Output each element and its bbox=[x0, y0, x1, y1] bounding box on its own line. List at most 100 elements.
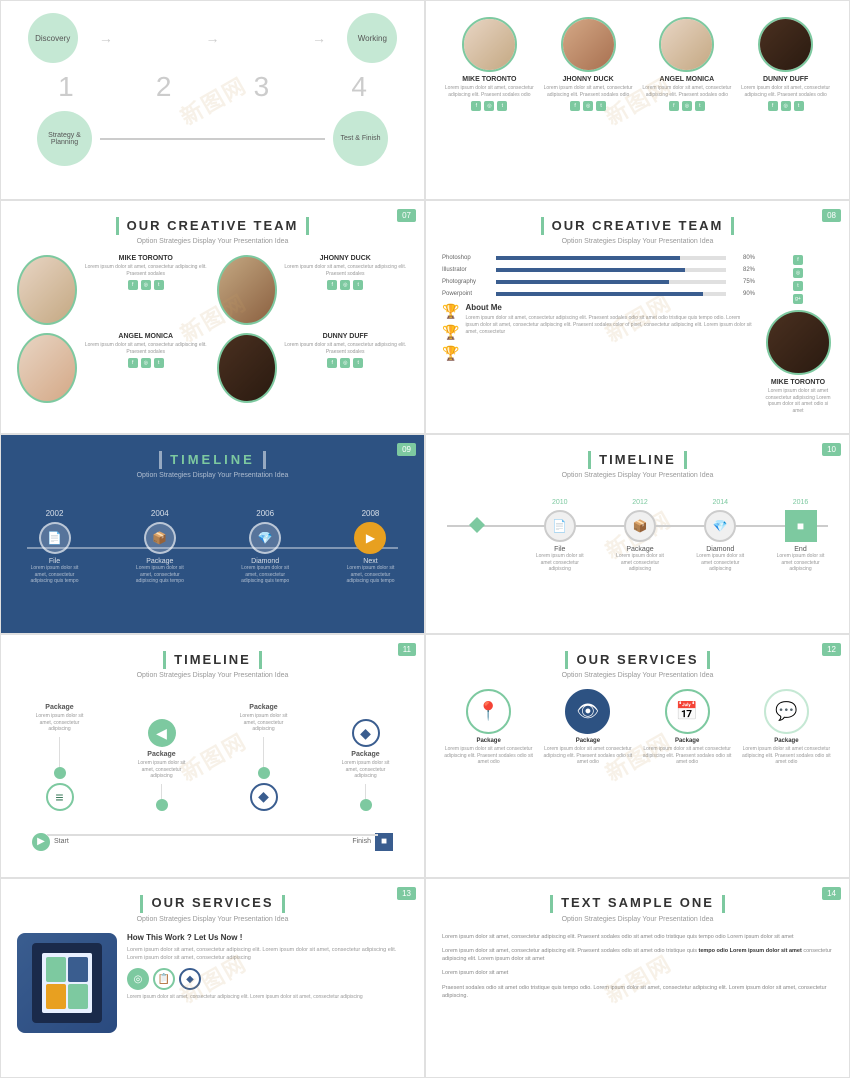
tl10-year-3: 2014 bbox=[712, 499, 728, 506]
num-3: 3 bbox=[254, 71, 270, 103]
tbar-r13 bbox=[282, 895, 285, 913]
tl9-label-4: Next bbox=[363, 558, 377, 565]
tl10-year-2: 2012 bbox=[632, 499, 648, 506]
arrow-1: → bbox=[99, 30, 113, 46]
services-12-grid: 📍 Package Lorem ipsum dolor sit amet con… bbox=[442, 689, 833, 766]
slide-7: 新图网 07 OUR CREATIVE TEAM Option Strategi… bbox=[0, 200, 425, 434]
slide-14-title: TEXT SAMPLE ONE bbox=[561, 895, 714, 910]
tl11-label1: Package bbox=[45, 704, 73, 711]
fb2-icon: f bbox=[570, 101, 580, 111]
svc12-icon-4: 💬 bbox=[764, 689, 809, 734]
slide-7-number: 07 bbox=[397, 209, 416, 222]
tl11-dot4 bbox=[360, 799, 372, 811]
tl9-node-4: ▶ bbox=[354, 522, 386, 554]
team7-angel-info: ANGEL MONICA Lorem ipsum dolor sit amet,… bbox=[83, 333, 209, 368]
angel-social: f ◎ t bbox=[669, 101, 705, 111]
slide-10: 新图网 10 TIMELINE Option Strategies Displa… bbox=[425, 434, 850, 634]
tl11-icon3: ◆ bbox=[250, 783, 278, 811]
ig3-icon: ◎ bbox=[682, 101, 692, 111]
sv-fb: f bbox=[793, 255, 803, 265]
member-angel: ANGEL MONICA Lorem ipsum dolor sit amet,… bbox=[642, 17, 732, 111]
tl9-label-1: File bbox=[49, 558, 60, 565]
angel-avatar bbox=[659, 17, 714, 72]
svc12-label-1: Package bbox=[476, 738, 500, 744]
tl9-node-3: 💎 bbox=[249, 522, 281, 554]
tl9-label-2: Package bbox=[146, 558, 173, 565]
angel-name: ANGEL MONICA bbox=[660, 76, 715, 83]
how-title: How This Work ? Let Us Now ! bbox=[127, 933, 408, 942]
process-numbers: 1 2 3 4 bbox=[17, 71, 408, 103]
trophy-2: 🏆 bbox=[442, 324, 459, 341]
tl11-finish-label: Finish bbox=[352, 838, 371, 845]
skill-powerpoint: Powerpoint 90% bbox=[442, 291, 755, 297]
slide-10-number: 10 bbox=[822, 443, 841, 456]
sv-ig: ◎ bbox=[793, 268, 803, 278]
team7-dunny-avatar bbox=[217, 333, 277, 403]
s12: t bbox=[353, 358, 363, 368]
skill-powerpoint-bar bbox=[496, 292, 726, 296]
tl10-node-1: 📄 bbox=[544, 510, 576, 542]
tbar-l12 bbox=[565, 651, 568, 669]
svc12-label-4: Package bbox=[774, 738, 798, 744]
tbar-l11 bbox=[163, 651, 166, 669]
tl10-node-3: 💎 bbox=[704, 510, 736, 542]
skill-powerpoint-pct: 90% bbox=[730, 291, 755, 297]
tl10-label-1: File bbox=[554, 546, 565, 553]
num-4: 4 bbox=[351, 71, 367, 103]
about-text: Lorem ipsum dolor sit amet, consectetur … bbox=[465, 315, 755, 336]
tl11-icon1: ≡ bbox=[46, 783, 74, 811]
tl9-desc-1: Lorem ipsum dolor sit amet, consectetur … bbox=[27, 565, 82, 585]
slide-8-subtitle: Option Strategies Display Your Presentat… bbox=[442, 238, 833, 245]
arrow-2: → bbox=[205, 30, 219, 46]
slide-9-titlebar: TIMELINE bbox=[17, 451, 408, 469]
ig4-icon: ◎ bbox=[781, 101, 791, 111]
slide-9-title: TIMELINE bbox=[170, 452, 255, 467]
team7-dunny-name: DUNNY DUFF bbox=[283, 333, 409, 340]
s7: f bbox=[128, 358, 138, 368]
tl9-year-4: 2008 bbox=[362, 509, 380, 518]
title-bar-left bbox=[116, 217, 119, 235]
step-test-circle: Test & Finish bbox=[333, 111, 388, 166]
slide-12-title: OUR SERVICES bbox=[576, 652, 698, 667]
services-13-more-text: Lorem ipsum dolor sit amet, consectetur … bbox=[127, 994, 408, 1001]
dunny-text: Lorem ipsum dolor sit amet, consectetur … bbox=[741, 85, 831, 98]
num-2: 2 bbox=[156, 71, 172, 103]
tl10-label-2: Package bbox=[626, 546, 653, 553]
title-bar-right-8 bbox=[731, 217, 734, 235]
awards-section: 🏆 🏆 🏆 About Me Lorem ipsum dolor sit ame… bbox=[442, 303, 755, 362]
arrow-3: → bbox=[312, 30, 326, 46]
tl11-dot1 bbox=[54, 767, 66, 779]
tl11-conn4 bbox=[365, 784, 366, 799]
skills-right: f ◎ t g+ MIKE TORONTO Lorem ipsum dolor … bbox=[763, 255, 833, 417]
tbar-r11 bbox=[259, 651, 262, 669]
team7-mike-social: f ◎ t bbox=[83, 280, 209, 290]
jhonny-text: Lorem ipsum dolor sit amet, consectetur … bbox=[543, 85, 633, 98]
tl11-items: Package Lorem ipsum dolor sit amet, cons… bbox=[22, 699, 403, 831]
tl11-dot3 bbox=[258, 767, 270, 779]
dunny-social: f ◎ t bbox=[768, 101, 804, 111]
how-text: Lorem ipsum dolor sit amet, consectetur … bbox=[127, 946, 408, 963]
tl10-file: 2010 📄 File Lorem ipsum dolor sit amet c… bbox=[532, 499, 587, 573]
skill-photography-label: Photography bbox=[442, 279, 492, 285]
text-p4: Praesent sodales odio sit amet odio tris… bbox=[442, 984, 833, 1001]
tl11-start-label: Start bbox=[54, 838, 69, 845]
text-sample-body: Lorem ipsum dolor sit amet, consectetur … bbox=[442, 933, 833, 1001]
slide-1: 新图网 Discovery → → → Working 1 2 3 4 Stra… bbox=[0, 0, 425, 200]
tl10-year-4: 2016 bbox=[793, 499, 809, 506]
tl10-end: 2016 ■ End Lorem ipsum dolor sit amet co… bbox=[773, 499, 828, 573]
skill-photography-bar bbox=[496, 280, 726, 284]
slide-11-subtitle: Option Strategies Display Your Presentat… bbox=[17, 672, 408, 679]
tbar-r12 bbox=[707, 651, 710, 669]
step-strategy-circle: Strategy & Planning bbox=[37, 111, 92, 166]
timeline-10-items: 2010 📄 File Lorem ipsum dolor sit amet c… bbox=[447, 499, 828, 573]
tw3-icon: t bbox=[695, 101, 705, 111]
tl9-label-3: Diamond bbox=[251, 558, 279, 565]
tl11-text2: Lorem ipsum dolor sit amet, consectetur … bbox=[134, 760, 189, 780]
sv-gp: g+ bbox=[793, 294, 803, 304]
tl11-text1: Lorem ipsum dolor sit amet, consectetur … bbox=[32, 713, 87, 733]
jhonny-social: f ◎ t bbox=[570, 101, 606, 111]
ig2-icon: ◎ bbox=[583, 101, 593, 111]
tl11-icon2: ◀ bbox=[148, 719, 176, 747]
s1: f bbox=[128, 280, 138, 290]
team7-angel-name: ANGEL MONICA bbox=[83, 333, 209, 340]
